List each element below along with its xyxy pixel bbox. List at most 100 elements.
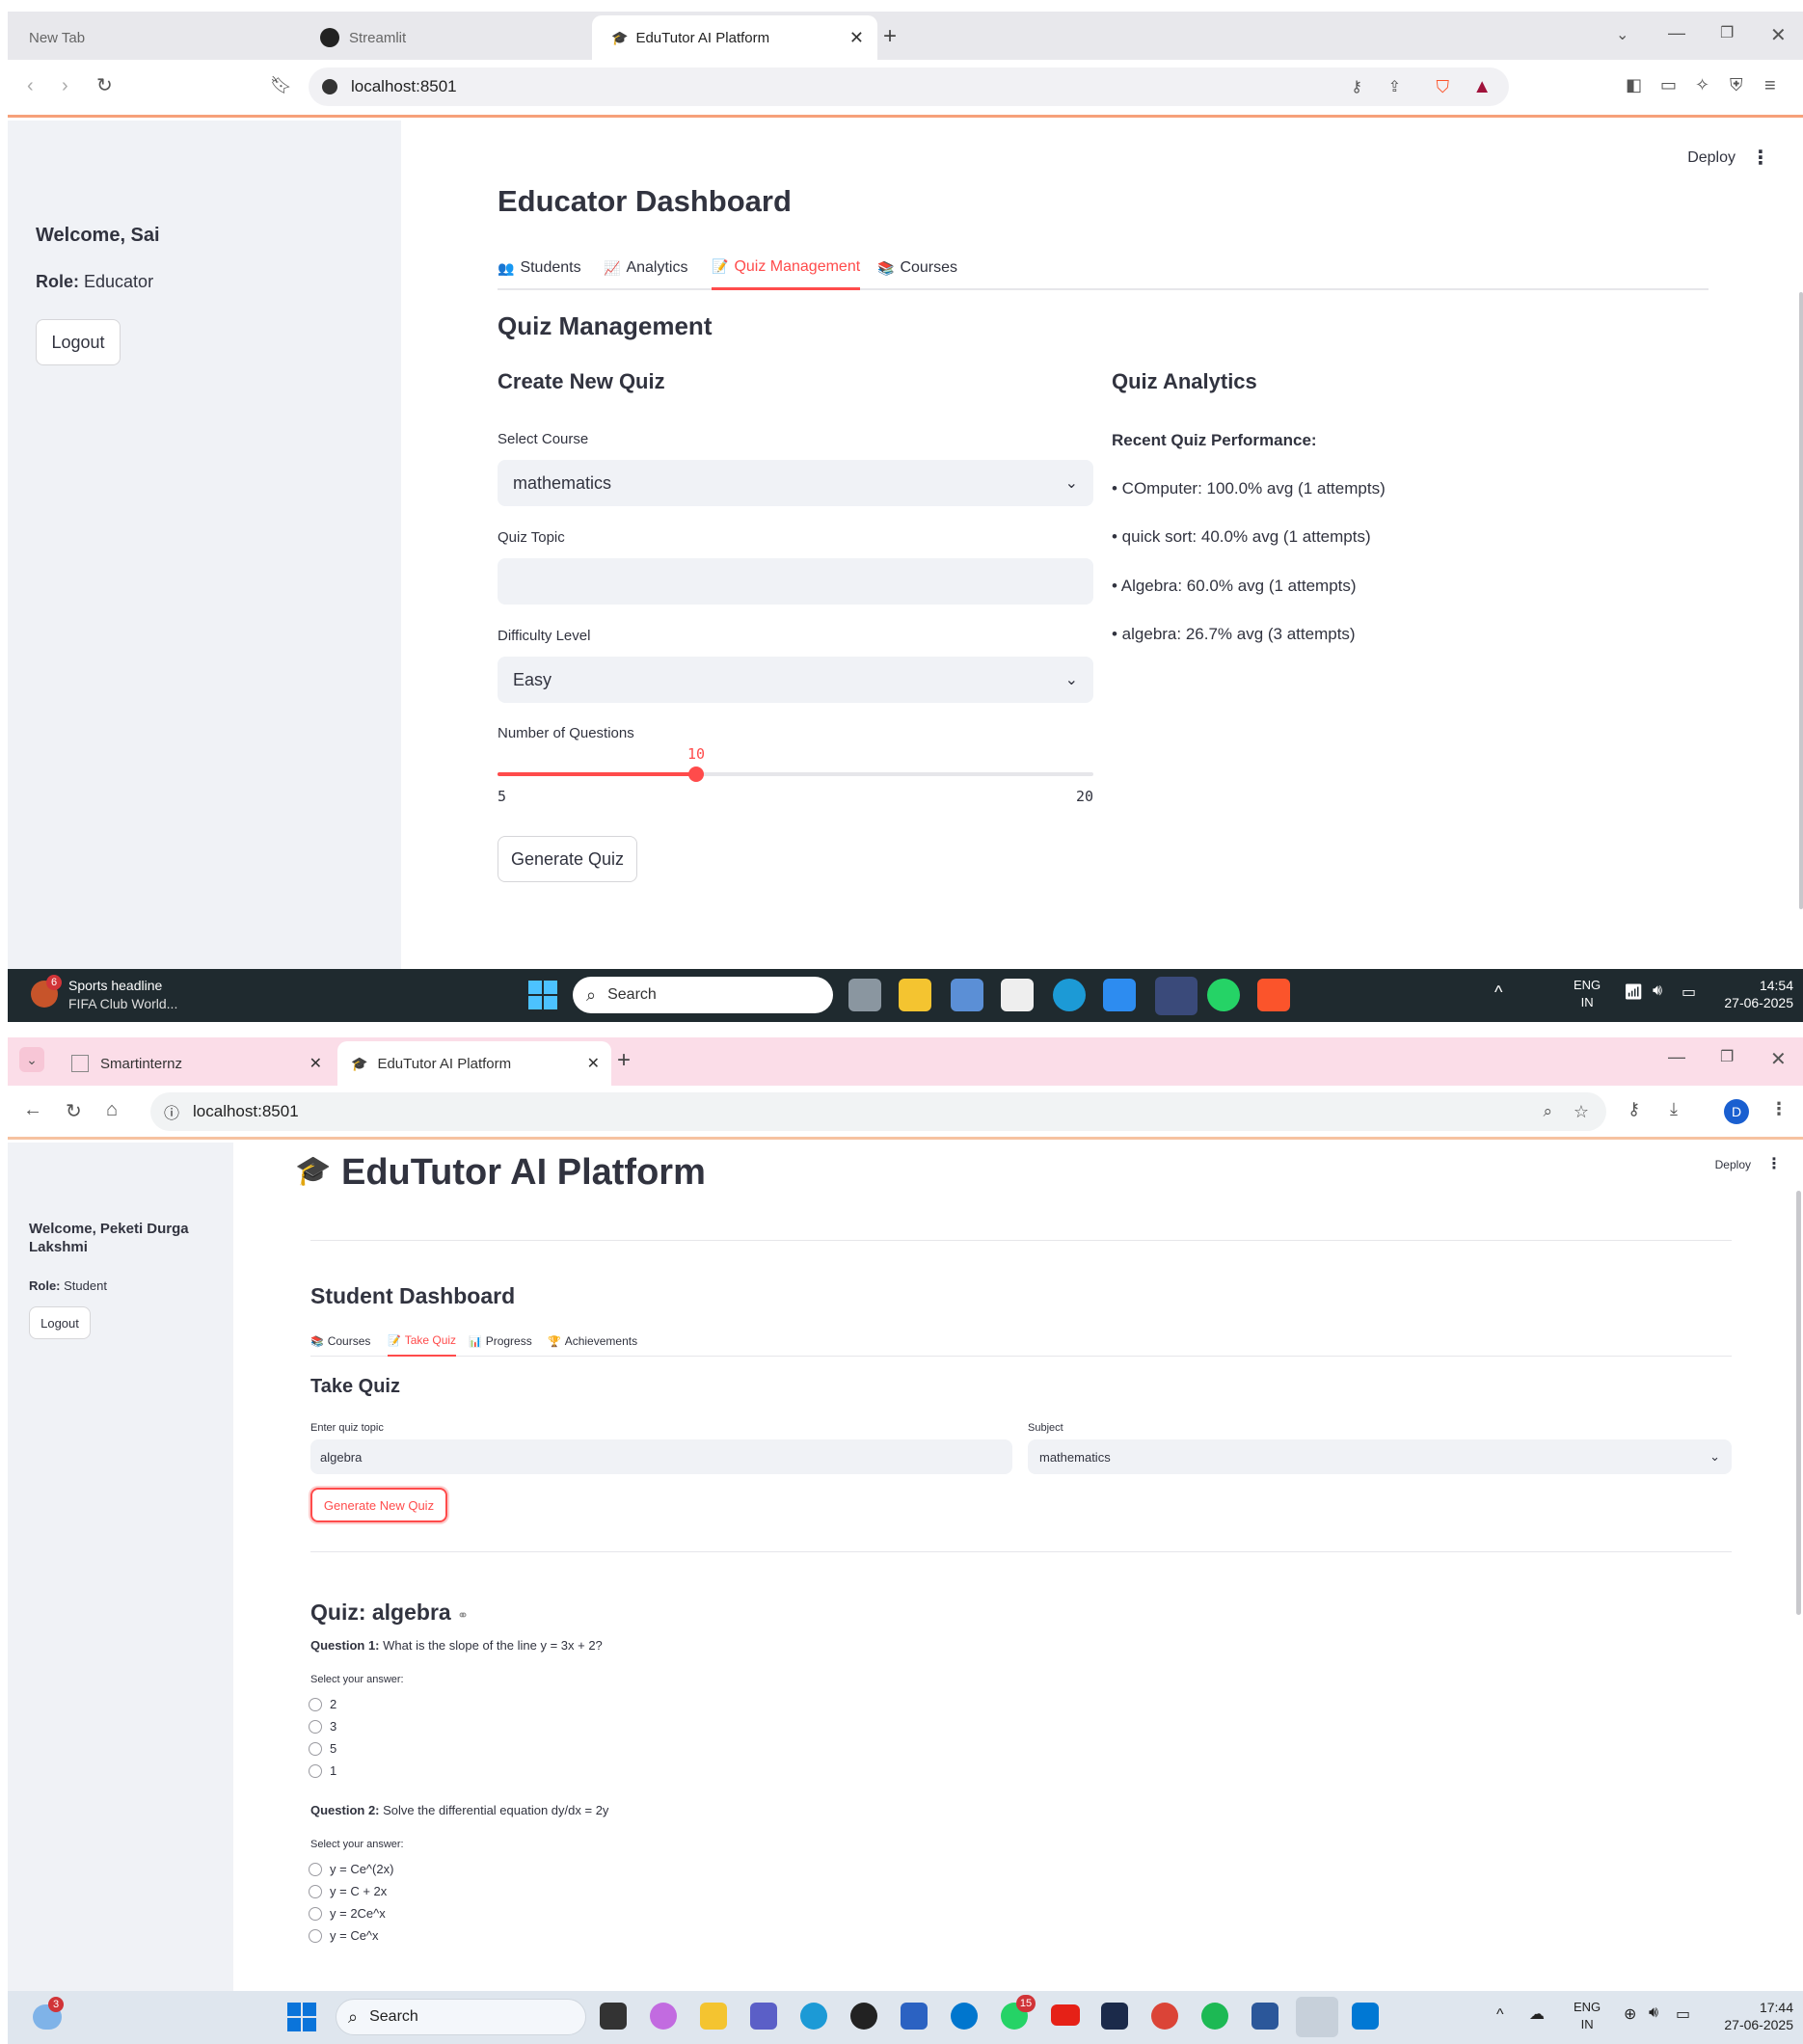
deploy-button[interactable]: Deploy: [1687, 149, 1736, 167]
vpn-icon[interactable]: ⛨: [1730, 75, 1743, 95]
link-icon[interactable]: ⚭: [457, 1607, 469, 1623]
topic-input[interactable]: algebra: [310, 1439, 1012, 1474]
battery-icon[interactable]: ▭: [1676, 2004, 1690, 2024]
logout-button[interactable]: Logout: [29, 1306, 91, 1339]
scrollbar[interactable]: [1796, 1191, 1801, 1615]
browser-tab-new-tab[interactable]: New Tab: [17, 15, 297, 60]
share-icon[interactable]: ⇪: [1388, 77, 1401, 96]
volume-icon[interactable]: 🔊︎: [1649, 2004, 1658, 2022]
language-indicator[interactable]: ENG IN: [1574, 1999, 1601, 2033]
new-tab-icon[interactable]: +: [617, 1047, 631, 1074]
site-info-icon[interactable]: ⓘ: [164, 1100, 179, 1123]
back-icon[interactable]: ‹: [27, 75, 34, 97]
spotify-icon[interactable]: [1201, 2003, 1228, 2030]
close-tab-icon[interactable]: ✕: [309, 1054, 322, 1073]
tab-courses[interactable]: 📚 Courses: [310, 1326, 370, 1357]
restore-icon[interactable]: ❐: [1720, 23, 1734, 42]
clock[interactable]: 14:54 27-06-2025: [1716, 977, 1793, 1011]
app-icon[interactable]: [1103, 979, 1136, 1011]
task-view-icon[interactable]: [600, 2003, 627, 2030]
profile-avatar[interactable]: D: [1724, 1099, 1749, 1124]
close-window-icon[interactable]: ✕: [1770, 1047, 1787, 1071]
forward-icon[interactable]: ›: [62, 75, 68, 97]
language-indicator[interactable]: ENG IN: [1574, 977, 1601, 1011]
tab-students[interactable]: 👥 Students: [498, 246, 581, 290]
url-field[interactable]: ⓘ localhost:8501 ⌕ ☆: [150, 1092, 1606, 1131]
home-icon[interactable]: ⌂: [106, 1099, 118, 1121]
volume-icon[interactable]: 🔊︎: [1653, 982, 1662, 1000]
subject-select[interactable]: mathematics ⌄: [1028, 1439, 1732, 1474]
tab-achievements[interactable]: 🏆 Achievements: [548, 1326, 637, 1357]
radio-option[interactable]: [309, 1863, 322, 1876]
key-icon[interactable]: ⚷: [1351, 77, 1362, 96]
battery-icon[interactable]: ▭: [1682, 982, 1696, 1002]
dell-icon[interactable]: [951, 2003, 978, 2030]
taskbar-search[interactable]: ⌕ Search: [336, 1999, 586, 2035]
generate-quiz-button[interactable]: Generate Quiz: [498, 836, 637, 882]
radio-option[interactable]: [309, 1907, 322, 1921]
bookmark-star-icon[interactable]: ☆: [1574, 1102, 1589, 1122]
browser-tab-edututor[interactable]: 🎓 EduTutor AI Platform ✕: [337, 1041, 611, 1086]
media-player-icon[interactable]: [850, 2003, 877, 2030]
edge-icon[interactable]: [800, 2003, 827, 2030]
radio-option[interactable]: [309, 1698, 322, 1711]
start-icon[interactable]: [287, 2003, 316, 2031]
site-info-icon[interactable]: [322, 79, 337, 94]
task-view-icon[interactable]: [848, 979, 881, 1011]
menu-icon[interactable]: ≡: [1764, 75, 1776, 97]
tab-courses[interactable]: 📚 Courses: [877, 246, 957, 290]
store-icon[interactable]: [901, 2003, 928, 2030]
difficulty-select[interactable]: Easy ⌄: [498, 657, 1093, 703]
bookmark-icon[interactable]: 🔖︎: [270, 75, 292, 95]
key-icon[interactable]: ⚷: [1628, 1099, 1640, 1119]
file-explorer-icon[interactable]: [899, 979, 931, 1011]
more-options-icon[interactable]: ⋮: [1766, 1154, 1782, 1173]
tab-progress[interactable]: 📊 Progress: [469, 1326, 532, 1357]
radio-option[interactable]: [309, 1742, 322, 1756]
store-icon[interactable]: [1001, 979, 1034, 1011]
menu-icon[interactable]: ⋮: [1770, 1099, 1788, 1119]
vscode-icon[interactable]: [1155, 977, 1198, 1015]
radio-option[interactable]: [309, 1764, 322, 1778]
reload-icon[interactable]: ↻: [66, 1099, 82, 1123]
close-tab-icon[interactable]: ✕: [849, 28, 864, 48]
teams-icon[interactable]: [750, 2003, 777, 2030]
reload-icon[interactable]: ↻: [96, 73, 113, 97]
onedrive-icon[interactable]: ☁: [1529, 2004, 1545, 2024]
edge-icon[interactable]: [1053, 979, 1086, 1011]
back-icon[interactable]: ←: [23, 1099, 42, 1121]
tab-take-quiz[interactable]: 📝 Take Quiz: [388, 1326, 457, 1357]
chrome-active-icon[interactable]: [1296, 1997, 1338, 2037]
tab-search-icon[interactable]: ⌄: [1616, 25, 1628, 44]
sidebar-toggle-icon[interactable]: ◧: [1626, 75, 1642, 95]
network-icon[interactable]: ⊕: [1624, 2004, 1636, 2024]
generate-new-quiz-button[interactable]: Generate New Quiz: [310, 1488, 447, 1522]
vscode-icon[interactable]: [1352, 2003, 1379, 2030]
brave-icon[interactable]: [1257, 979, 1290, 1011]
questions-slider[interactable]: 10 5 20: [498, 745, 1093, 813]
topic-input[interactable]: [498, 558, 1093, 605]
deploy-button[interactable]: Deploy: [1715, 1158, 1751, 1171]
browser-tab-smartinternz[interactable]: Smartinternz ✕: [58, 1041, 334, 1086]
download-icon[interactable]: ⤓: [1670, 1099, 1678, 1119]
radio-option[interactable]: [309, 1720, 322, 1734]
radio-option[interactable]: [309, 1885, 322, 1898]
tray-chevron-icon[interactable]: ^: [1496, 2006, 1504, 2024]
copilot-icon[interactable]: [650, 2003, 677, 2030]
zoom-icon[interactable]: ⌕: [1543, 1102, 1552, 1121]
file-explorer-icon[interactable]: [700, 2003, 727, 2030]
new-tab-icon[interactable]: +: [883, 23, 897, 50]
course-select[interactable]: mathematics ⌄: [498, 460, 1093, 506]
word-icon[interactable]: [1251, 2003, 1278, 2030]
browser-tab-streamlit[interactable]: Streamlit: [312, 15, 582, 60]
wallet-icon[interactable]: ▭: [1660, 75, 1677, 95]
brave-shield-icon[interactable]: ⛉: [1437, 77, 1450, 97]
close-tab-icon[interactable]: ✕: [587, 1054, 600, 1073]
minimize-icon[interactable]: —: [1668, 1047, 1685, 1067]
restore-icon[interactable]: ❐: [1720, 1047, 1734, 1066]
app-icon[interactable]: [951, 979, 983, 1011]
minimize-icon[interactable]: —: [1668, 23, 1685, 43]
close-window-icon[interactable]: ✕: [1770, 23, 1787, 47]
whatsapp-icon[interactable]: [1207, 979, 1240, 1011]
browser-tab-edututor[interactable]: 🎓 EduTutor AI Platform ✕: [592, 15, 877, 60]
